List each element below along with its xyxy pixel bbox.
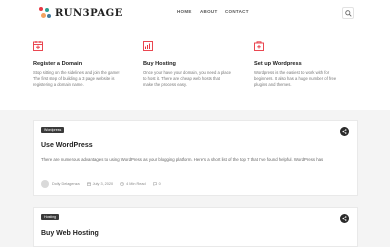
feature-setup-wordpress: Set up Wordpress Wordpress is the easies… — [254, 38, 342, 89]
site-header: RUN3PAGE HOME ABOUT CONTACT — [0, 0, 390, 27]
post-title[interactable]: Use WordPress — [41, 142, 93, 149]
feature-title: Set up Wordpress — [254, 61, 302, 67]
nav-home[interactable]: HOME — [177, 9, 192, 14]
read-time: 4 Min Read — [120, 182, 146, 186]
post-card: Wordpress Use WordPress There are numero… — [33, 120, 358, 196]
share-button[interactable] — [340, 214, 349, 223]
logo-text: RUN3PAGE — [55, 7, 123, 19]
feature-register-domain: Register a Domain Stop sitting on the si… — [33, 38, 121, 89]
calendar-icon — [86, 182, 91, 186]
feature-title: Buy Hosting — [143, 61, 176, 67]
nav-contact[interactable]: CONTACT — [225, 9, 249, 14]
category-tag[interactable]: Hosting — [41, 214, 60, 220]
feature-text: Once your have your domain, you need a p… — [143, 70, 231, 88]
author-name[interactable]: Dolly Delagenza — [52, 182, 80, 186]
feature-buy-hosting: Buy Hosting Once your have your domain, … — [143, 38, 231, 89]
hosting-icon — [143, 41, 153, 51]
feature-text: Stop sitting on the sidelines and join t… — [33, 70, 120, 88]
site-logo[interactable]: RUN3PAGE — [38, 6, 123, 20]
search-icon — [345, 10, 352, 17]
features-section: Register a Domain Stop sitting on the si… — [0, 26, 390, 110]
share-button[interactable] — [340, 127, 349, 136]
category-tag[interactable]: Wordpress — [41, 127, 65, 133]
wordpress-setup-icon — [254, 41, 264, 51]
nav-about[interactable]: ABOUT — [200, 9, 218, 14]
post-excerpt: There are numerous advantages to using W… — [41, 157, 324, 162]
comment-count[interactable]: 0 — [152, 182, 161, 186]
feature-title: Register a Domain — [33, 61, 83, 67]
search-button[interactable] — [342, 7, 354, 19]
clock-icon — [120, 182, 124, 186]
share-icon — [342, 129, 347, 134]
register-icon — [33, 41, 43, 51]
post-meta: Dolly Delagenza July 3, 2020 4 Min Read … — [41, 180, 168, 188]
avatar — [41, 180, 49, 188]
comment-count-text: 0 — [158, 182, 161, 186]
post-card: Hosting Buy Web Hosting — [33, 207, 358, 247]
feature-text: Wordpress is the easiest to work with fo… — [254, 70, 337, 88]
share-icon — [342, 216, 347, 221]
post-title[interactable]: Buy Web Hosting — [41, 230, 99, 237]
logo-mark-icon — [38, 6, 52, 20]
comment-icon — [152, 182, 157, 186]
post-date-text: July 3, 2020 — [92, 182, 114, 186]
post-date: July 3, 2020 — [86, 182, 114, 186]
read-time-text: 4 Min Read — [126, 182, 146, 186]
